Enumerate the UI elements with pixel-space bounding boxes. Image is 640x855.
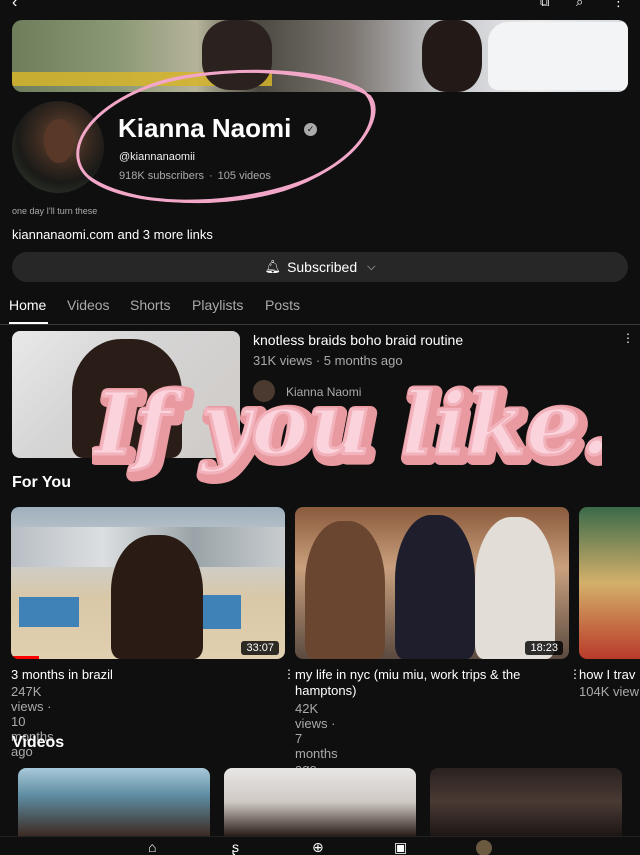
back-arrow-icon[interactable]: ‹ bbox=[12, 0, 17, 12]
more-vert-icon[interactable]: ⋮ bbox=[622, 331, 634, 345]
top-bar: ‹ ⧉ ⌕ ⋮ bbox=[0, 0, 640, 12]
chevron-down-icon: ⌵ bbox=[367, 260, 376, 273]
bottom-nav: ⌂ ʂ ⊕ ▣ bbox=[0, 836, 640, 855]
search-icon[interactable]: ⌕ bbox=[576, 0, 583, 10]
video-thumbnail[interactable] bbox=[18, 768, 210, 836]
subscribed-label: Subscribed bbox=[287, 259, 358, 275]
video-thumbnail[interactable]: 33:07 bbox=[11, 507, 285, 659]
tab-playlists[interactable]: Playlists bbox=[192, 297, 243, 313]
video-title[interactable]: 3 months in brazil bbox=[11, 667, 271, 683]
video-title[interactable]: how I trav bbox=[579, 667, 640, 683]
tab-videos[interactable]: Videos bbox=[67, 297, 110, 313]
channel-handle: @kiannanaomii bbox=[119, 151, 195, 163]
bell-icon: 🔔︎ bbox=[264, 259, 282, 274]
shorts-icon[interactable]: ʂ bbox=[232, 839, 239, 855]
channel-description[interactable]: one day I'll turn these bbox=[12, 206, 97, 216]
subscriber-count: 918K subscribers bbox=[119, 170, 204, 182]
create-icon[interactable]: ⊕ bbox=[312, 839, 324, 855]
video-thumbnail[interactable] bbox=[224, 768, 416, 836]
watch-progress-bar bbox=[11, 656, 39, 659]
profile-avatar[interactable] bbox=[476, 840, 492, 855]
video-duration: 18:23 bbox=[525, 641, 563, 655]
for-you-heading: For You bbox=[12, 474, 71, 491]
channel-name: Kianna Naomi bbox=[118, 113, 292, 143]
tab-posts[interactable]: Posts bbox=[265, 297, 300, 313]
video-title[interactable]: my life in nyc (miu miu, work trips & th… bbox=[295, 667, 555, 699]
video-thumbnail[interactable] bbox=[430, 768, 622, 836]
subscribed-button[interactable]: 🔔︎ Subscribed ⌵ bbox=[12, 252, 628, 282]
channel-banner bbox=[12, 20, 628, 92]
home-icon[interactable]: ⌂ bbox=[148, 839, 156, 855]
featured-duration: 6 bbox=[219, 440, 234, 454]
video-meta: 104K view bbox=[579, 684, 639, 699]
featured-video-thumbnail[interactable]: 6 bbox=[12, 331, 240, 458]
video-count: 105 videos bbox=[217, 170, 271, 182]
video-thumbnail[interactable] bbox=[579, 507, 640, 659]
more-vert-icon[interactable]: ⋮ bbox=[612, 0, 625, 10]
featured-video-title[interactable]: knotless braids boho braid routine bbox=[253, 332, 463, 348]
video-duration: 33:07 bbox=[241, 641, 279, 655]
featured-channel-name[interactable]: Kianna Naomi bbox=[286, 385, 361, 399]
verified-check-icon: ✓ bbox=[304, 123, 317, 136]
videos-heading: Videos bbox=[12, 734, 65, 751]
channel-links[interactable]: kiannanaomi.com and 3 more links bbox=[12, 227, 213, 242]
featured-video-meta: 31K views · 5 months ago bbox=[253, 353, 403, 368]
tab-shorts[interactable]: Shorts bbox=[130, 297, 170, 313]
subscriptions-icon[interactable]: ▣ bbox=[394, 839, 407, 855]
video-meta: 42K views · 7 months ago bbox=[295, 701, 338, 776]
cast-icon[interactable]: ⧉ bbox=[540, 0, 549, 10]
channel-avatar[interactable] bbox=[12, 101, 104, 193]
featured-channel-avatar[interactable] bbox=[253, 380, 275, 402]
channel-stats: 918K subscribers · 105 videos bbox=[119, 170, 271, 182]
active-tab-indicator bbox=[9, 322, 48, 324]
channel-tabs: Home Videos Shorts Playlists Posts bbox=[0, 290, 640, 325]
more-vert-icon[interactable]: ⋮ bbox=[283, 667, 295, 681]
video-thumbnail[interactable]: 18:23 bbox=[295, 507, 569, 659]
tab-home[interactable]: Home bbox=[9, 297, 46, 313]
